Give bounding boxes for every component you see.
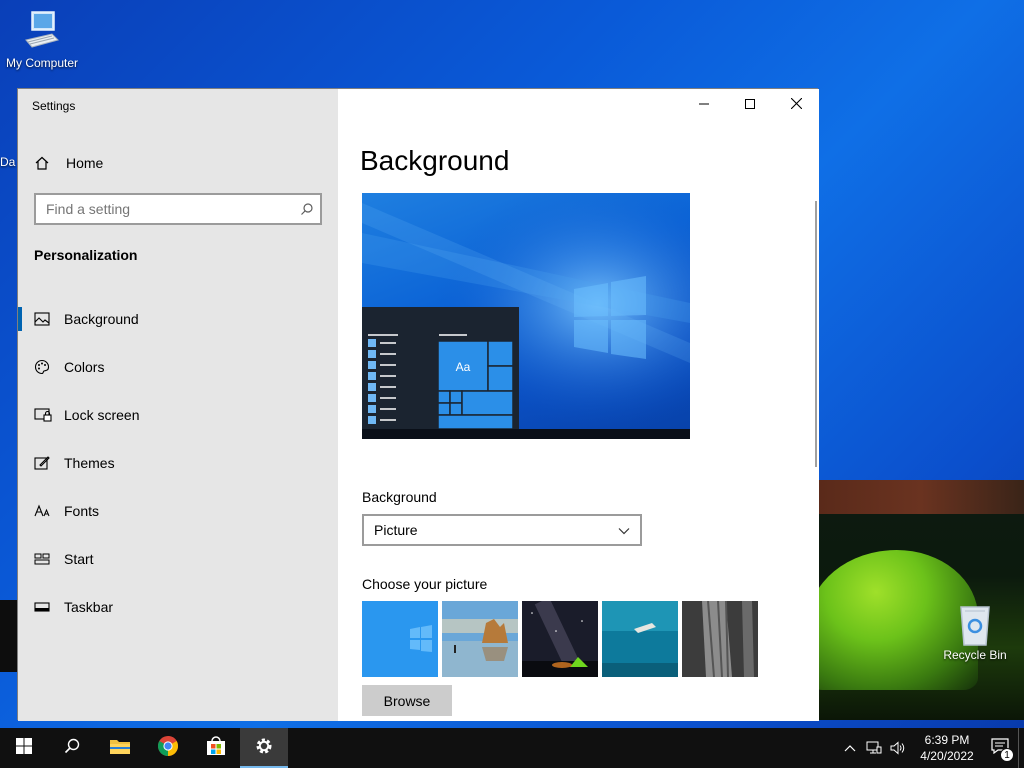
desktop-icon-label-partial: Da (0, 155, 16, 169)
show-desktop-button[interactable] (1018, 728, 1024, 768)
picture-thumbnails (362, 601, 758, 677)
nav-item-label: Taskbar (64, 599, 114, 615)
desktop-icon-recycle-bin[interactable]: Recycle Bin (933, 600, 1017, 662)
themes-icon (18, 455, 64, 471)
nav-home[interactable]: Home (18, 145, 338, 181)
thumbnail-windows-hero[interactable] (362, 601, 438, 677)
close-icon (790, 96, 802, 114)
network-icon[interactable] (862, 741, 886, 755)
windows-logo-icon (16, 737, 32, 759)
recycle-bin-icon (933, 600, 1017, 648)
nav-item-background[interactable]: Background (18, 295, 338, 343)
chrome-button[interactable] (144, 728, 192, 768)
nav-item-label: Background (64, 311, 139, 327)
maximize-icon (745, 96, 755, 114)
picture-icon (18, 312, 64, 326)
notification-badge: 1 (1000, 747, 1014, 762)
nav-item-label: Colors (64, 359, 105, 375)
nav-item-label: Fonts (64, 503, 100, 519)
nav-item-themes[interactable]: Themes (18, 439, 338, 487)
file-explorer-icon (109, 737, 131, 760)
notification-center-button[interactable]: 1 (984, 737, 1016, 762)
close-button[interactable] (773, 89, 819, 121)
choose-picture-label: Choose your picture (362, 576, 488, 592)
desktop-icon-my-computer[interactable]: My Computer (0, 8, 84, 70)
thumbnail-beach-rocks[interactable] (442, 601, 518, 677)
search-box[interactable] (34, 193, 322, 225)
scrollbar[interactable] (815, 201, 817, 467)
volume-icon[interactable] (886, 741, 910, 755)
search-icon (64, 738, 80, 759)
window-title: Settings (32, 99, 76, 113)
sidebar: Settings Home Personalization Background (18, 89, 338, 721)
clock-date: 4/20/2022 (920, 749, 974, 763)
nav-item-label: Start (64, 551, 94, 567)
nav-item-label: Lock screen (64, 407, 140, 423)
nav-item-label: Themes (64, 455, 115, 471)
desktop-icon-label: Recycle Bin (943, 648, 1007, 662)
desktop-icon-label: My Computer (5, 56, 79, 70)
store-button[interactable] (192, 728, 240, 768)
nav-item-taskbar[interactable]: Taskbar (18, 583, 338, 631)
search-icon[interactable] (294, 202, 320, 216)
minimize-button[interactable] (681, 89, 727, 121)
search-input[interactable] (36, 195, 294, 223)
page-title: Background (360, 145, 510, 176)
nav-home-label: Home (66, 155, 104, 171)
computer-icon (0, 8, 84, 56)
chevron-up-icon[interactable] (838, 744, 862, 752)
clock[interactable]: 6:39 PM 4/20/2022 (910, 732, 984, 764)
store-icon (205, 735, 227, 761)
thumbnail-night-sky-tent[interactable] (522, 601, 598, 677)
browse-button[interactable]: Browse (362, 685, 452, 716)
system-tray: 6:39 PM 4/20/2022 1 (838, 728, 1024, 768)
background-dropdown-value: Picture (374, 522, 418, 538)
background-label: Background (362, 489, 437, 505)
section-label: Personalization (34, 247, 138, 263)
preview-tile-text: Aa (456, 360, 471, 374)
background-preview: Aa (362, 193, 690, 439)
taskbar-icon (18, 602, 64, 612)
start-button[interactable] (0, 728, 48, 768)
nav-item-fonts[interactable]: Fonts (18, 487, 338, 535)
wallpaper-strip (0, 600, 18, 672)
chevron-down-icon (618, 522, 630, 538)
thumbnail-underwater-swimmer[interactable] (602, 601, 678, 677)
background-dropdown[interactable]: Picture (362, 514, 642, 546)
nav-list: Background Colors Lock screen Themes Fon… (18, 295, 338, 631)
window-controls (681, 89, 819, 121)
settings-window: Settings Home Personalization Background (17, 88, 819, 721)
desktop-preview-graphic: Aa (362, 193, 690, 439)
settings-icon (254, 736, 274, 761)
taskbar: 6:39 PM 4/20/2022 1 (0, 728, 1024, 768)
fonts-icon (18, 504, 64, 518)
clock-time: 6:39 PM (924, 733, 970, 747)
palette-icon (18, 359, 64, 375)
nav-item-lock-screen[interactable]: Lock screen (18, 391, 338, 439)
file-explorer-button[interactable] (96, 728, 144, 768)
start-icon (18, 553, 64, 565)
lock-screen-icon (18, 408, 64, 422)
search-button[interactable] (48, 728, 96, 768)
maximize-button[interactable] (727, 89, 773, 121)
home-icon (18, 155, 66, 171)
minimize-icon (699, 96, 709, 114)
thumbnail-tree-bark[interactable] (682, 601, 758, 677)
chrome-icon (157, 735, 179, 762)
nav-item-start[interactable]: Start (18, 535, 338, 583)
settings-button[interactable] (240, 728, 288, 768)
nav-item-colors[interactable]: Colors (18, 343, 338, 391)
content-pane: Background Aa Background Picture Choose … (338, 89, 819, 721)
